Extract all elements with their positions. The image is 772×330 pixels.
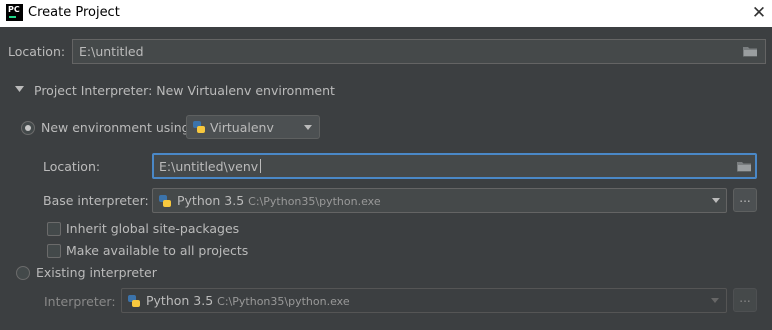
- existing-interpreter-label[interactable]: Existing interpreter: [36, 265, 157, 280]
- make-available-checkbox[interactable]: [47, 244, 61, 258]
- chevron-down-icon: [711, 298, 719, 303]
- venv-location-field[interactable]: E:\untitled\venv: [152, 153, 757, 179]
- app-icon-text: PC: [8, 5, 20, 14]
- existing-interpreter-radio[interactable]: [16, 266, 30, 280]
- existing-interpreter-dropdown[interactable]: Python 3.5 C:\Python35\python.exe: [121, 288, 727, 313]
- inherit-packages-label[interactable]: Inherit global site-packages: [66, 221, 239, 236]
- chevron-down-icon: [712, 198, 720, 203]
- pycharm-app-icon: PC: [6, 4, 23, 21]
- triangle-down-icon[interactable]: [15, 86, 24, 93]
- base-interpreter-browse-button[interactable]: ...: [733, 188, 757, 212]
- make-available-label[interactable]: Make available to all projects: [66, 243, 248, 258]
- existing-interpreter-version: Python 3.5: [146, 293, 214, 308]
- new-environment-radio[interactable]: [21, 121, 35, 135]
- folder-icon[interactable]: [743, 46, 758, 57]
- new-environment-label[interactable]: New environment using: [41, 120, 190, 135]
- location-label: Location:: [8, 44, 66, 59]
- chevron-down-icon: [304, 125, 312, 130]
- location-field[interactable]: E:\untitled: [72, 39, 766, 64]
- location-value: E:\untitled: [79, 44, 144, 59]
- venv-location-value: E:\untitled\venv: [159, 159, 259, 174]
- interpreter-label: Interpreter:: [44, 294, 116, 309]
- existing-interpreter-browse-button[interactable]: ...: [733, 288, 757, 312]
- inherit-packages-checkbox[interactable]: [47, 222, 61, 236]
- base-interpreter-version: Python 3.5: [177, 193, 245, 208]
- text-cursor: [260, 159, 261, 173]
- environment-tool-value: Virtualenv: [210, 120, 274, 135]
- folder-icon[interactable]: [737, 161, 752, 172]
- base-interpreter-dropdown[interactable]: Python 3.5 C:\Python35\python.exe: [152, 188, 727, 213]
- base-interpreter-label: Base interpreter:: [43, 193, 149, 208]
- close-icon[interactable]: ✕: [748, 2, 770, 24]
- interpreter-section-header[interactable]: Project Interpreter: New Virtualenv envi…: [34, 83, 335, 98]
- python-icon: [159, 195, 171, 207]
- window-title: Create Project: [28, 5, 120, 20]
- python-icon: [193, 121, 205, 133]
- venv-location-label: Location:: [43, 159, 101, 174]
- title-bar: PC Create Project ✕: [0, 0, 772, 27]
- environment-tool-dropdown[interactable]: Virtualenv: [186, 115, 320, 139]
- python-icon: [128, 295, 140, 307]
- existing-interpreter-path: C:\Python35\python.exe: [217, 295, 350, 308]
- base-interpreter-path: C:\Python35\python.exe: [248, 195, 381, 208]
